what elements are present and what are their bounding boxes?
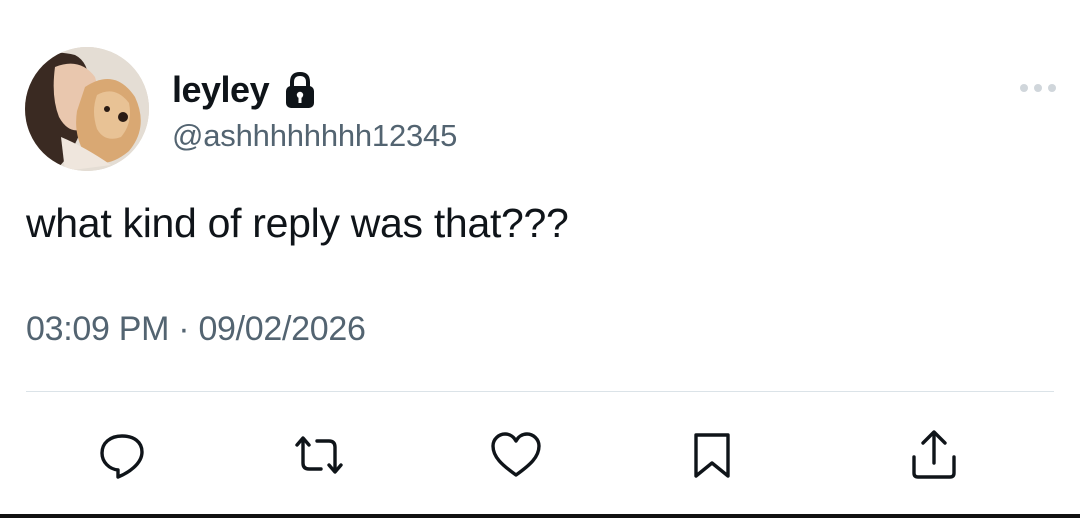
bookmark-icon — [694, 433, 730, 478]
more-options-button[interactable] — [1020, 76, 1056, 100]
more-dot-icon — [1048, 84, 1056, 92]
retweet-icon — [295, 436, 343, 474]
divider — [26, 391, 1054, 392]
name-row: leyley — [172, 66, 457, 114]
more-dot-icon — [1034, 84, 1042, 92]
more-dot-icon — [1020, 84, 1028, 92]
action-bar — [0, 425, 1080, 485]
avatar[interactable] — [25, 47, 149, 171]
bottom-border — [0, 514, 1080, 518]
display-name[interactable]: leyley — [172, 69, 270, 111]
user-handle[interactable]: @ashhhhhhhh12345 — [172, 118, 457, 154]
reply-button[interactable] — [92, 425, 152, 485]
share-button[interactable] — [904, 425, 964, 485]
lock-icon — [283, 70, 317, 110]
tweet-text: what kind of reply was that??? — [26, 200, 569, 246]
tweet-card: leyley @ashhhhhhhh12345 what kind of rep… — [0, 0, 1080, 518]
like-button[interactable] — [486, 425, 546, 485]
share-icon — [912, 430, 956, 479]
heart-icon — [491, 432, 541, 477]
tweet-timestamp[interactable]: 03:09 PM · 09/02/2026 — [26, 310, 366, 349]
bookmark-button[interactable] — [682, 425, 742, 485]
tweet-header: leyley @ashhhhhhhh12345 — [172, 66, 457, 154]
speech-bubble-icon — [100, 434, 144, 479]
retweet-button[interactable] — [289, 425, 349, 485]
avatar-image — [25, 47, 149, 171]
